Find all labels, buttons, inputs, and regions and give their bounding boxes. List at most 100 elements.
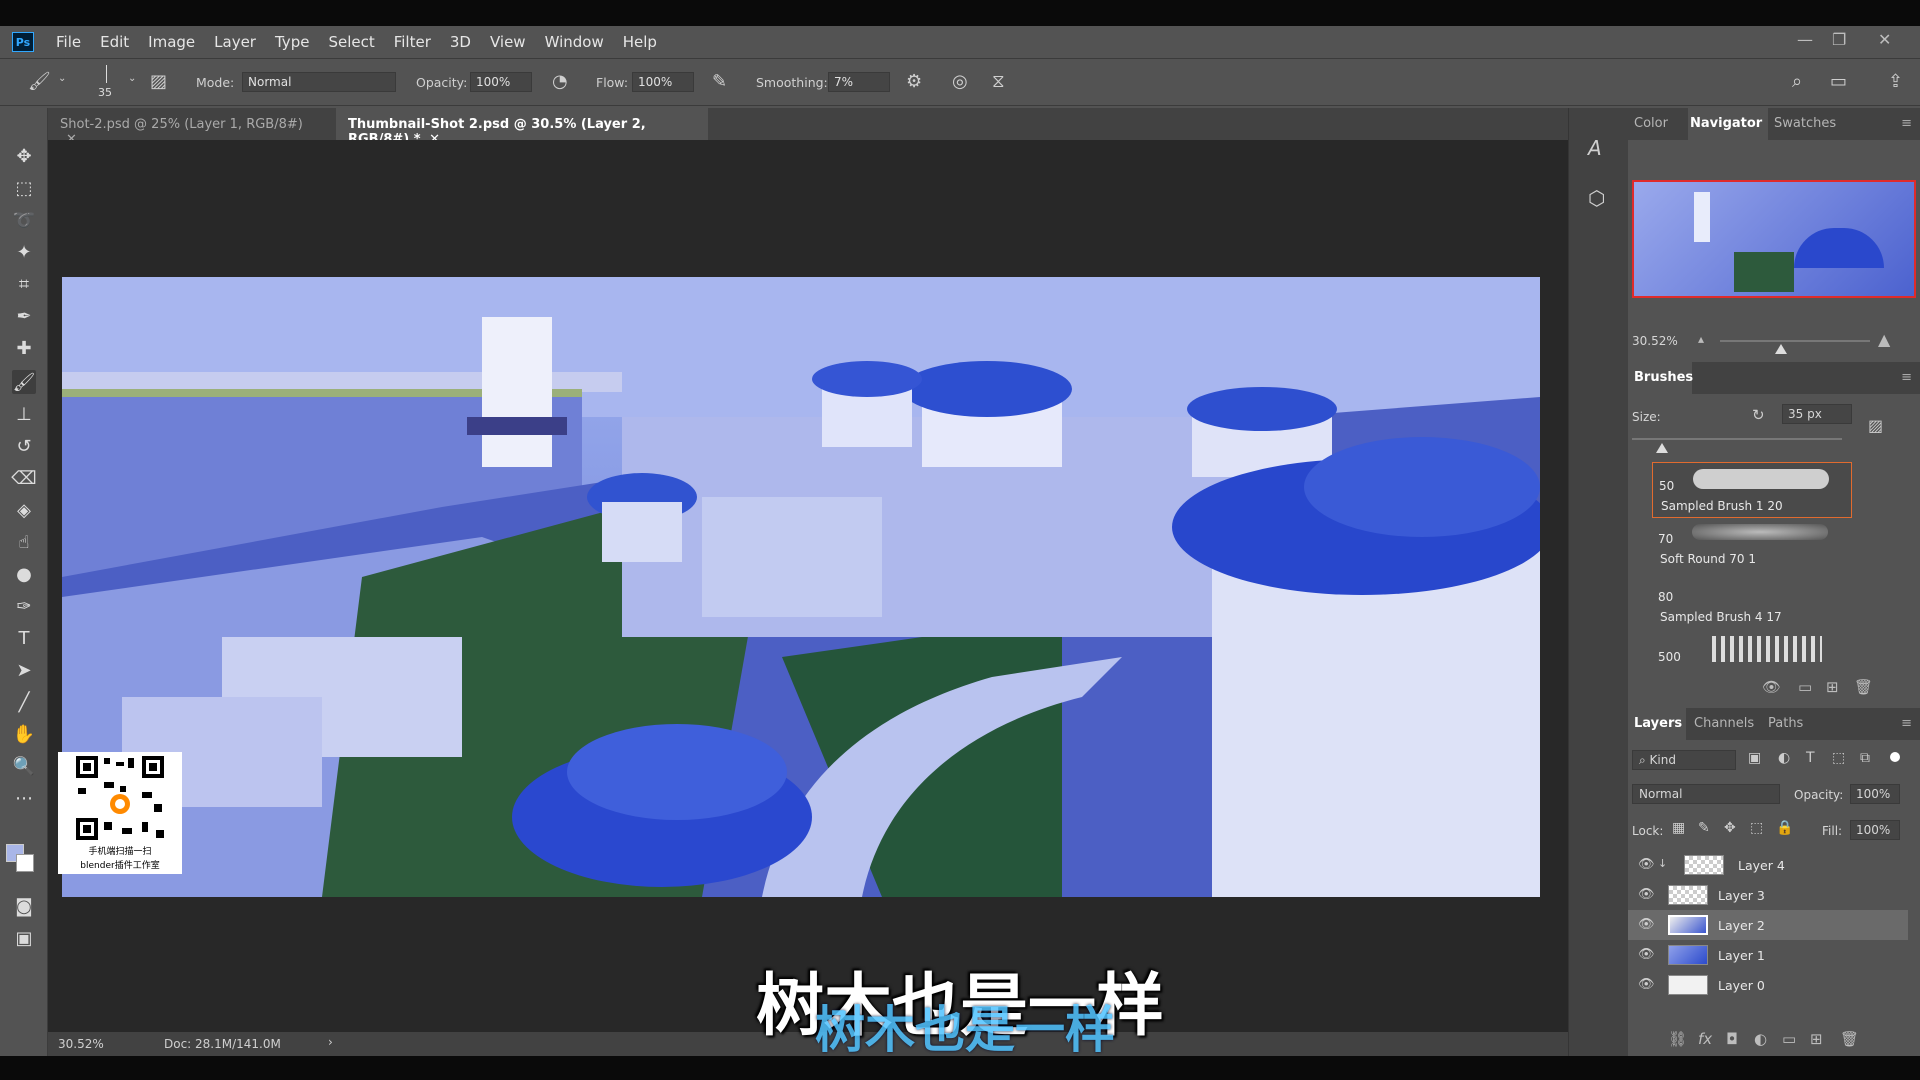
brush-size-slider[interactable] [1632,438,1842,440]
3d-panel-icon[interactable]: ⬡ [1588,186,1605,210]
menu-window[interactable]: Window [545,33,604,51]
filter-smart-object-icon[interactable]: ⧉ [1860,750,1870,766]
navigator-zoom[interactable]: 30.52% [1632,334,1678,348]
menu-help[interactable]: Help [623,33,657,51]
zoom-slider-track[interactable] [1720,340,1870,342]
filter-toggle-icon[interactable] [1890,752,1900,762]
filter-pixel-icon[interactable]: ▣ [1748,750,1761,766]
path-selection-icon[interactable]: ➤ [12,658,36,682]
filter-adjustment-icon[interactable]: ◐ [1778,750,1790,766]
link-layers-icon[interactable]: ⛓ [1668,1030,1687,1048]
zoom-out-icon[interactable]: ▴ [1698,332,1704,346]
eyedropper-icon[interactable]: ✒ [12,304,36,328]
minimize-icon[interactable]: — [1797,30,1813,49]
quick-mask-icon[interactable]: ◙ [12,894,36,918]
new-group-icon[interactable]: ▭ [1782,1030,1796,1048]
panel-menu-icon[interactable]: ≡ [1901,716,1912,731]
lock-position-icon[interactable]: ✥ [1724,820,1736,836]
zoom-tool-icon[interactable]: 🔍 [12,754,36,778]
eye-icon[interactable]: 👁 [1638,887,1655,903]
menu-view[interactable]: View [490,33,526,51]
reset-icon[interactable]: ↻ [1752,406,1765,424]
brush-preset-1[interactable]: 50 Sampled Brush 1 20 [1652,462,1852,518]
lock-image-icon[interactable]: ✎ [1698,820,1710,836]
airbrush-icon[interactable]: ✎ [712,71,727,92]
tab-layers[interactable]: Layers [1634,716,1682,731]
adjustment-layer-icon[interactable]: ◐ [1754,1030,1767,1048]
line-tool-icon[interactable]: ╱ [12,690,36,714]
background-color-swatch[interactable] [16,854,34,872]
share-icon[interactable]: ⇪ [1888,71,1903,92]
flow-input[interactable]: 100% [632,72,694,92]
mode-select[interactable]: Normal [242,72,396,92]
brush-tool-icon[interactable]: 🖌 [28,71,51,92]
eraser-tool-icon[interactable]: ⌫ [11,466,36,490]
stamp-tool-icon[interactable]: ⊥ [12,402,36,426]
brush-preset-2[interactable]: 70 Soft Round 70 1 [1652,520,1852,576]
dodge-tool-icon[interactable]: ● [12,562,36,586]
layer-row-layer-1[interactable]: 👁 Layer 1 [1628,940,1908,970]
paint-bucket-icon[interactable]: ◈ [12,498,36,522]
fill-input[interactable]: 100% [1850,820,1900,840]
layer-row-layer-0[interactable]: 👁 Layer 0 [1628,970,1908,1000]
brush-preset-3[interactable]: 80 Sampled Brush 4 17 [1652,578,1852,634]
tab-paths[interactable]: Paths [1768,716,1803,731]
tab-color[interactable]: Color [1634,116,1668,131]
opacity-input[interactable]: 100% [470,72,532,92]
restore-icon[interactable]: ❐ [1832,30,1846,49]
layer-kind-filter[interactable]: ⌕ Kind [1632,750,1736,770]
menu-image[interactable]: Image [148,33,195,51]
menu-layer[interactable]: Layer [214,33,256,51]
more-tools-icon[interactable]: ⋯ [12,786,36,810]
smudge-tool-icon[interactable]: ☝ [12,530,36,554]
brush-size-thumb[interactable] [1656,443,1668,453]
screen-mode-icon[interactable]: ▣ [12,926,36,950]
filter-type-icon[interactable]: T [1806,750,1815,766]
eye-icon[interactable]: 👁 [1638,857,1655,873]
brush-settings-icon[interactable]: ▨ [150,71,167,92]
history-brush-icon[interactable]: ↺ [12,434,36,458]
lock-artboard-icon[interactable]: ⬚ [1750,820,1763,836]
pressure-opacity-icon[interactable]: ◔ [552,71,568,92]
fx-icon[interactable]: fx [1698,1030,1712,1048]
layer-row-layer-4[interactable]: 👁 ↓ Layer 4 [1628,850,1908,880]
new-layer-icon[interactable]: ⊞ [1810,1030,1823,1048]
move-tool-icon[interactable]: ✥ [12,144,36,168]
chevron-down-icon[interactable]: ⌄ [58,73,66,84]
search-icon[interactable]: ⌕ [1792,71,1802,92]
folder-icon[interactable]: ▭ [1798,678,1812,696]
panel-menu-icon[interactable]: ≡ [1901,116,1912,131]
zoom-slider-thumb[interactable] [1775,344,1787,354]
filter-shape-icon[interactable]: ⬚ [1832,750,1845,766]
menu-file[interactable]: File [56,33,81,51]
eye-icon[interactable]: 👁 [1638,977,1655,993]
crop-tool-icon[interactable]: ⌗ [12,272,36,296]
menu-type[interactable]: Type [275,33,309,51]
visibility-toggle-icon[interactable]: 👁 [1762,678,1781,696]
brush-size-preview[interactable]: 35 [98,86,112,99]
tab-shot-2[interactable]: Shot-2.psd @ 25% (Layer 1, RGB/8#) ✕ [48,108,328,147]
menu-filter[interactable]: Filter [394,33,431,51]
eye-icon[interactable]: 👁 [1638,917,1655,933]
tab-brushes[interactable]: Brushes [1634,370,1693,385]
eye-icon[interactable]: 👁 [1638,947,1655,963]
hand-tool-icon[interactable]: ✋ [12,722,36,746]
lock-all-icon[interactable]: 🔒 [1776,820,1793,836]
zoom-in-icon[interactable]: ▲ [1878,330,1890,349]
tab-channels[interactable]: Channels [1694,716,1754,731]
lock-transparent-icon[interactable]: ▦ [1672,820,1685,836]
add-mask-icon[interactable]: ◘ [1726,1030,1738,1048]
lasso-tool-icon[interactable]: ➰ [12,208,36,232]
new-brush-icon[interactable]: ⊞ [1826,678,1839,696]
menu-3d[interactable]: 3D [450,33,471,51]
brush-size-input[interactable]: 35 px [1782,404,1852,424]
trash-icon[interactable]: 🗑 [1854,678,1873,696]
gear-icon[interactable]: ⚙ [906,71,922,92]
tab-navigator[interactable]: Navigator [1690,116,1762,131]
chevron-down-icon[interactable]: ⌄ [128,73,136,84]
tab-swatches[interactable]: Swatches [1774,116,1836,131]
trash-icon[interactable]: 🗑 [1840,1030,1859,1048]
menu-select[interactable]: Select [328,33,374,51]
brush-settings-icon[interactable]: ▨ [1868,416,1883,435]
navigator-preview[interactable] [1632,180,1916,298]
